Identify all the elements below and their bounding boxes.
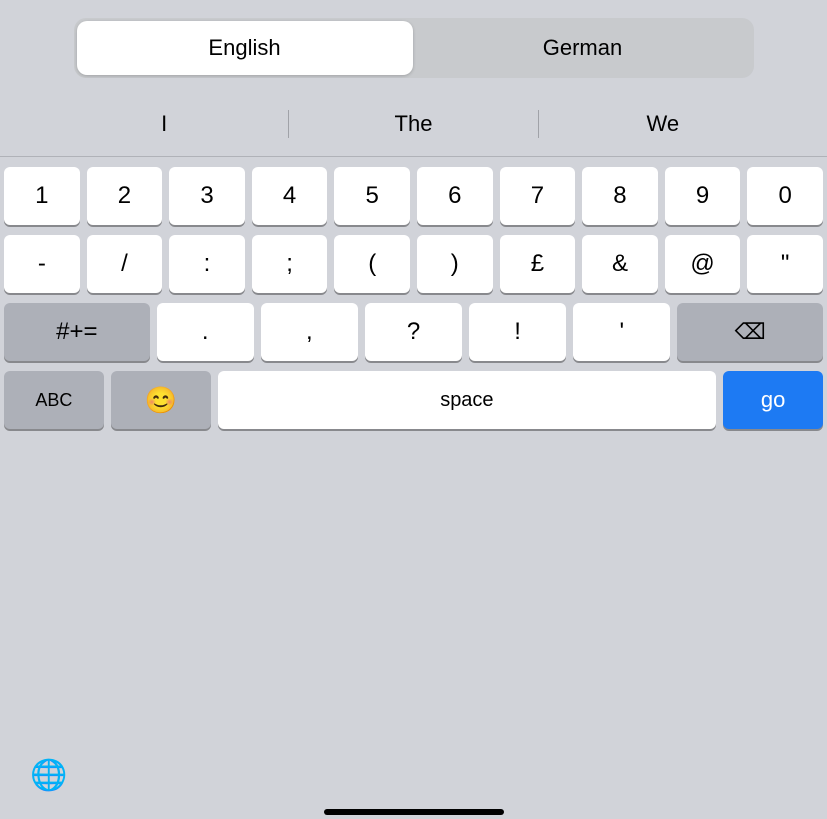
key-1[interactable]: 1	[4, 167, 80, 225]
english-tab[interactable]: English	[77, 21, 413, 75]
suggestion-we[interactable]: We	[539, 111, 787, 137]
key-dash[interactable]: -	[4, 235, 80, 293]
language-selector: English German	[74, 18, 754, 78]
key-colon[interactable]: :	[169, 235, 245, 293]
suggestions-bar: I The We	[0, 92, 827, 157]
suggestion-i[interactable]: I	[40, 111, 288, 137]
key-exclaim[interactable]: !	[469, 303, 566, 361]
emoji-key[interactable]: 😊	[111, 371, 211, 429]
german-tab[interactable]: German	[415, 21, 751, 75]
bottom-row: ABC 😊 space go	[4, 371, 823, 429]
globe-button[interactable]: 🌐	[30, 758, 67, 793]
delete-icon: ⌫	[735, 319, 766, 345]
key-semicolon[interactable]: ;	[252, 235, 328, 293]
home-indicator-area	[0, 799, 827, 819]
punctuation-row: #+= . , ? ! ' ⌫	[4, 303, 823, 361]
hash-plus-equals-key[interactable]: #+=	[4, 303, 150, 361]
key-slash[interactable]: /	[87, 235, 163, 293]
key-0[interactable]: 0	[747, 167, 823, 225]
keyboard: 1 2 3 4 5 6 7 8 9 0 - / : ; ( ) £ & @ " …	[0, 157, 827, 750]
key-7[interactable]: 7	[500, 167, 576, 225]
key-4[interactable]: 4	[252, 167, 328, 225]
key-period[interactable]: .	[157, 303, 254, 361]
key-open-paren[interactable]: (	[334, 235, 410, 293]
globe-icon: 🌐	[30, 759, 67, 792]
key-5[interactable]: 5	[334, 167, 410, 225]
space-key[interactable]: space	[218, 371, 717, 429]
key-6[interactable]: 6	[417, 167, 493, 225]
home-indicator	[324, 809, 504, 815]
key-at[interactable]: @	[665, 235, 741, 293]
delete-key[interactable]: ⌫	[677, 303, 823, 361]
key-8[interactable]: 8	[582, 167, 658, 225]
key-2[interactable]: 2	[87, 167, 163, 225]
key-quote[interactable]: "	[747, 235, 823, 293]
symbols-row: - / : ; ( ) £ & @ "	[4, 235, 823, 293]
go-key[interactable]: go	[723, 371, 823, 429]
emoji-icon: 😊	[144, 385, 176, 416]
key-ampersand[interactable]: &	[582, 235, 658, 293]
key-comma[interactable]: ,	[261, 303, 358, 361]
key-close-paren[interactable]: )	[417, 235, 493, 293]
suggestion-the[interactable]: The	[289, 111, 537, 137]
key-question[interactable]: ?	[365, 303, 462, 361]
key-3[interactable]: 3	[169, 167, 245, 225]
number-row: 1 2 3 4 5 6 7 8 9 0	[4, 167, 823, 225]
key-9[interactable]: 9	[665, 167, 741, 225]
globe-area: 🌐	[0, 750, 827, 799]
abc-key[interactable]: ABC	[4, 371, 104, 429]
key-apostrophe[interactable]: '	[573, 303, 670, 361]
key-pound[interactable]: £	[500, 235, 576, 293]
